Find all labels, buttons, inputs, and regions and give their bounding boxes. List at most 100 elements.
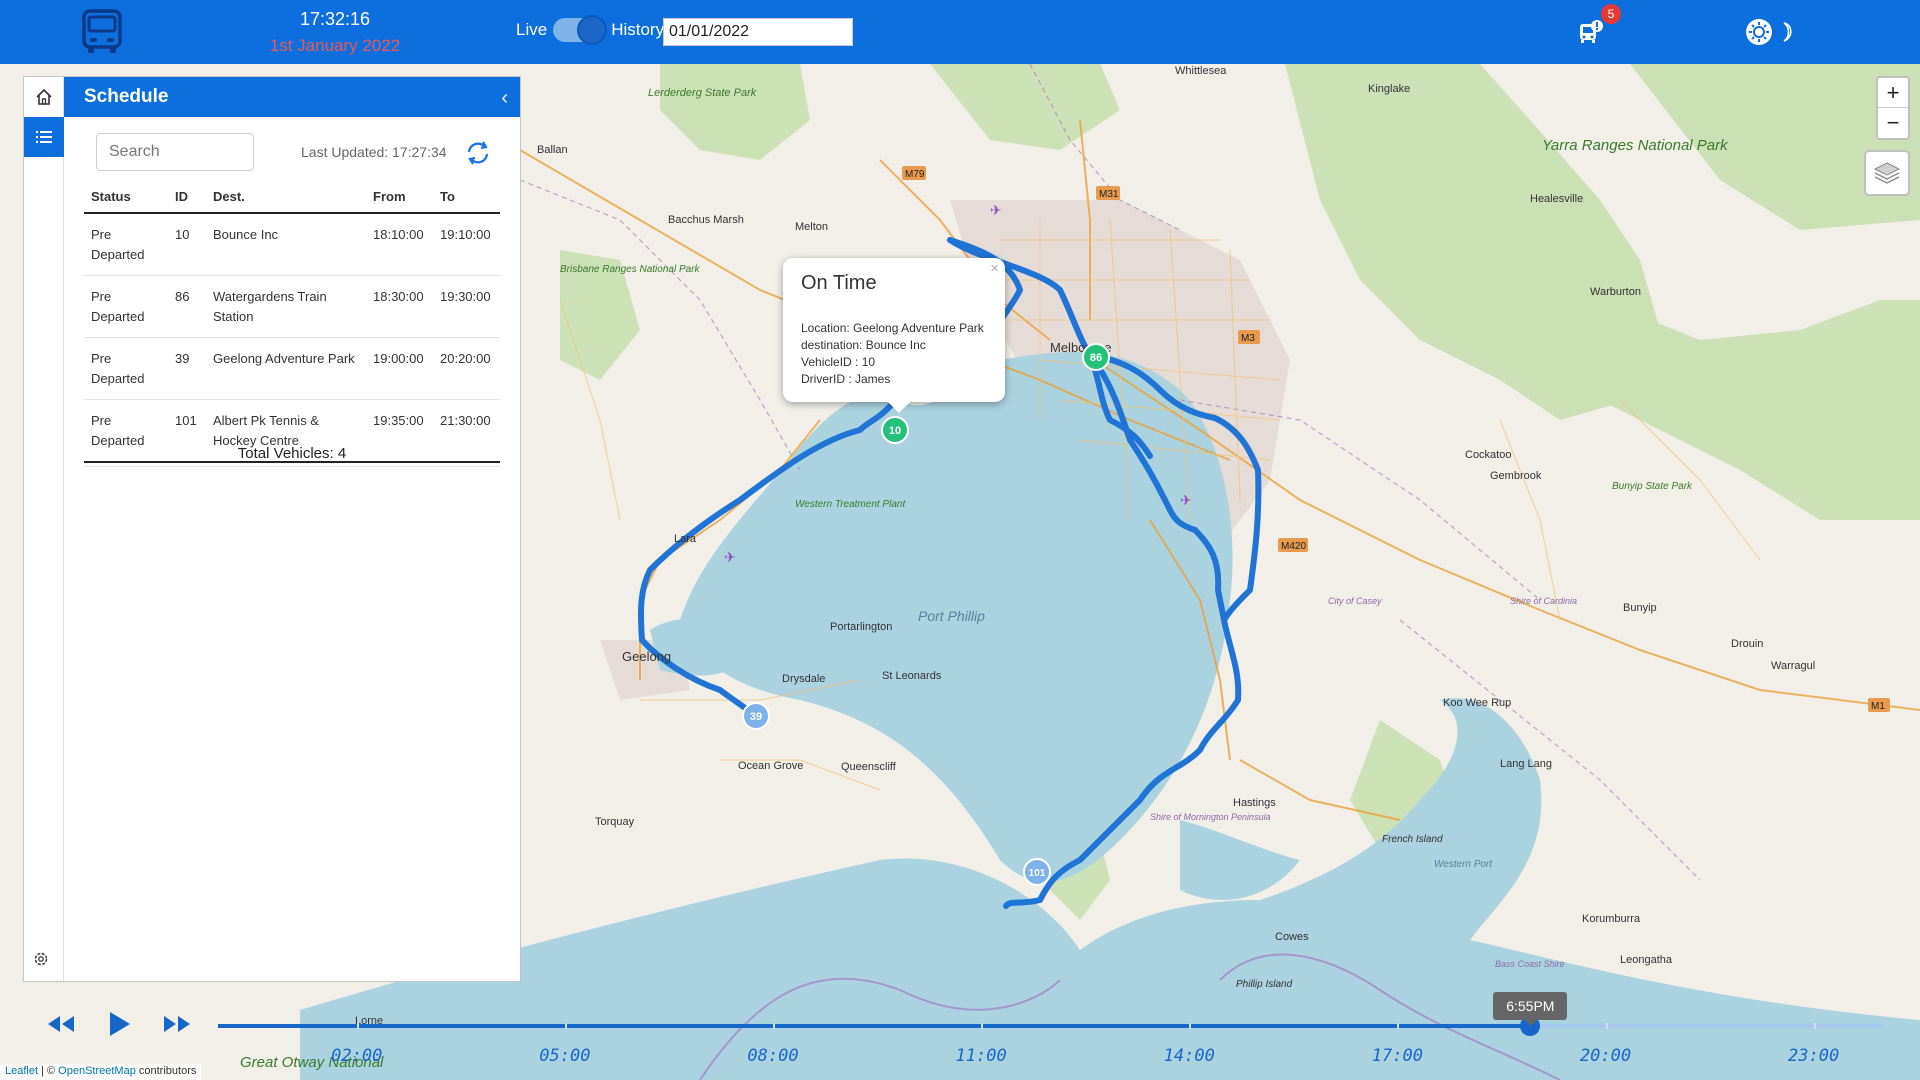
timeline-tick [356, 1023, 359, 1029]
cell-id: 39 [168, 337, 206, 400]
osm-link[interactable]: OpenStreetMap [58, 1065, 136, 1077]
map-label: Kinglake [1368, 83, 1410, 95]
timeline-tick-label: 20:00 [1579, 1046, 1632, 1066]
map-label: Koo Wee Rup [1443, 697, 1511, 709]
map-label: Hastings [1233, 797, 1276, 809]
timeline-current-time: 6:55PM [1493, 992, 1568, 1026]
vehicle-marker-label: 101 [1029, 868, 1046, 879]
vehicle-marker-10[interactable]: 10 [881, 416, 909, 444]
home-button[interactable] [24, 77, 64, 117]
cell-from: 19:00:00 [366, 337, 433, 400]
popup-details: Location: Geelong Adventure Park destina… [801, 320, 984, 388]
live-history-toggle[interactable]: Live History [516, 15, 665, 45]
map-label: Warragul [1771, 660, 1815, 672]
map-label: Healesville [1530, 193, 1583, 205]
map-label: Ballan [537, 144, 568, 156]
settings-button[interactable] [32, 950, 50, 973]
zoom-control: + − [1876, 76, 1910, 140]
vehicle-marker-86[interactable]: 86 [1082, 343, 1110, 371]
map-label: Geelong [622, 649, 671, 664]
history-date-input[interactable] [663, 18, 853, 46]
total-vehicles: Total Vehicles: 4 [84, 441, 500, 467]
notifications-button[interactable]: 5 [1576, 4, 1621, 48]
gear-icon [34, 952, 48, 966]
panel-header: Schedule ‹ [64, 77, 520, 117]
mode-switch[interactable] [553, 15, 608, 45]
map-label: Cockatoo [1465, 449, 1511, 461]
table-row[interactable]: Pre Departed 39 Geelong Adventure Park 1… [84, 337, 500, 400]
map-label: Bass Coast Shire [1495, 959, 1565, 969]
popup-status: On Time [801, 272, 877, 294]
cell-from: 18:30:00 [366, 275, 433, 338]
timeline-progress [218, 1024, 1531, 1028]
vehicle-marker-label: 10 [889, 425, 901, 437]
cell-to: 19:30:00 [433, 275, 500, 338]
timeline-tick-label: 23:00 [1788, 1046, 1840, 1066]
timeline-tick-label: 02:00 [331, 1046, 383, 1066]
road-shield: M79 [905, 169, 925, 180]
table-row[interactable]: Pre Departed 86 Watergardens Train Stati… [84, 275, 500, 338]
map-label: Western Port [1434, 859, 1493, 870]
layers-button[interactable] [1864, 150, 1910, 196]
map-label: Gembrook [1490, 470, 1542, 482]
col-id[interactable]: ID [168, 181, 206, 214]
panel-rail [24, 77, 64, 981]
map-label: Torquay [595, 816, 635, 828]
moon-icon[interactable] [1778, 21, 1796, 43]
map-label: Lerderderg State Park [648, 87, 757, 99]
col-status[interactable]: Status [84, 181, 168, 214]
cell-id: 10 [168, 213, 206, 276]
map-label: French Island [1382, 834, 1443, 845]
cell-status: Pre Departed [84, 337, 168, 400]
timeline-tick [1397, 1023, 1400, 1029]
history-label: History [611, 20, 665, 39]
zoom-in-button[interactable]: + [1878, 78, 1908, 108]
vehicle-marker-39[interactable]: 39 [742, 702, 770, 730]
map-label: Leongatha [1620, 954, 1673, 966]
timeline-tick-label: 11:00 [955, 1046, 1007, 1066]
fast-forward-icon[interactable] [162, 1014, 192, 1034]
map-label: Korumburra [1582, 913, 1641, 925]
popup-close-icon[interactable]: × [990, 260, 999, 277]
map-label: Western Treatment Plant [795, 499, 906, 510]
map-label: Drouin [1731, 638, 1763, 650]
schedule-list-button[interactable] [24, 117, 64, 157]
zoom-out-button[interactable]: − [1878, 108, 1908, 138]
map-label: Bacchus Marsh [668, 214, 744, 226]
road-shield: M1 [1871, 701, 1885, 712]
col-dest[interactable]: Dest. [206, 181, 366, 214]
map-label: Shire of Mornington Peninsula [1150, 812, 1271, 822]
cell-to: 19:10:00 [433, 213, 500, 276]
col-to[interactable]: To [433, 181, 500, 214]
map-label: St Leonards [882, 670, 942, 682]
current-date: 1st January 2022 [269, 36, 401, 55]
vehicle-marker-label: 86 [1090, 352, 1102, 364]
timeline-tick [1605, 1023, 1608, 1029]
schedule-search-input[interactable] [96, 133, 254, 171]
map-label: Lara [674, 533, 697, 545]
leaflet-link[interactable]: Leaflet [5, 1065, 38, 1077]
popup-location: Location: Geelong Adventure Park [801, 321, 984, 335]
map-label: Melton [795, 221, 828, 233]
collapse-chevron-icon[interactable]: ‹ [501, 87, 508, 110]
col-from[interactable]: From [366, 181, 433, 214]
clock: 17:32:16 1st January 2022 [255, 9, 415, 56]
cell-to: 20:20:00 [433, 337, 500, 400]
sun-icon[interactable] [1744, 17, 1774, 47]
refresh-icon[interactable] [464, 139, 492, 167]
bus-alert-icon [1580, 20, 1603, 43]
map-label: Whittlesea [1175, 65, 1227, 77]
live-label: Live [516, 20, 548, 39]
schedule-panel: Schedule ‹ Last Updated: 17:27:34 Status… [23, 76, 521, 982]
vehicle-marker-101[interactable]: 101 [1023, 858, 1051, 886]
rewind-icon[interactable] [46, 1014, 76, 1034]
map-label: Cowes [1275, 931, 1309, 943]
cell-status: Pre Departed [84, 213, 168, 276]
play-icon[interactable] [108, 1010, 132, 1038]
table-row[interactable]: Pre Departed 10 Bounce Inc 18:10:00 19:1… [84, 213, 500, 276]
map-label: Brisbane Ranges National Park [560, 264, 701, 275]
timeline-tick-label: 14:00 [1163, 1046, 1215, 1066]
map-label: City of Casey [1328, 596, 1382, 606]
timeline-slider[interactable]: 6:55PM [218, 992, 1883, 1036]
theme-toggle[interactable] [1744, 17, 1796, 47]
